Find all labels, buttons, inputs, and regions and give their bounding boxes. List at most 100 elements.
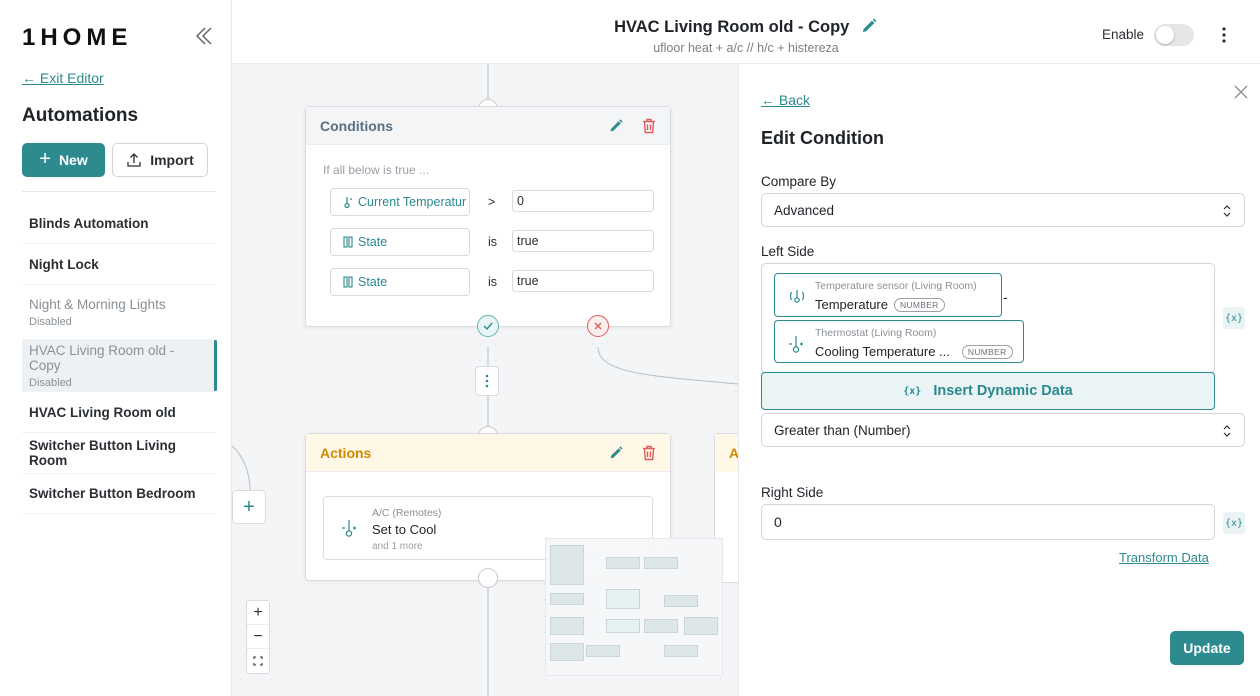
variable-icon: {x} [1224,312,1244,324]
sidebar-title: Automations [22,105,139,126]
edit-pencil-icon[interactable] [608,118,624,134]
vertical-dots-icon [485,374,489,388]
transform-data-link[interactable]: Transform Data [1119,550,1209,565]
automation-item-status: Disabled [29,376,72,389]
minimap-node [684,617,718,635]
type-badge: NUMBER [893,298,945,312]
dynamic-data-chip[interactable]: Temperature sensor (Living Room) Tempera… [774,273,1002,317]
panel-title: Edit Condition [761,128,884,148]
condition-row[interactable]: State is true [330,228,654,256]
right-side-input[interactable]: 0 [761,504,1215,540]
exit-editor-link[interactable]: ← Exit Editor [22,70,104,86]
back-link[interactable]: ← Back [761,92,810,108]
automation-item-hvac-living-room-old-copy[interactable]: HVAC Living Room old - Copy Disabled [22,340,217,392]
flow-canvas[interactable]: Conditions If all below is true ... Curr… [232,64,738,696]
compare-by-select[interactable]: Advanced [761,193,1245,227]
minimap-node [606,557,640,569]
compare-by-label: Compare By [761,174,837,189]
automation-item-night-morning-lights[interactable]: Night & Morning Lights Disabled [22,285,216,340]
edit-condition-panel: ← Back Edit Condition Compare By Advance… [738,64,1260,696]
app-logo: 1HOME [22,24,133,51]
thermometer-icon [344,197,352,209]
condition-left-label: Current Temperatur [358,195,467,209]
operator-select[interactable]: Greater than (Number) [761,413,1245,447]
condition-left-pill[interactable]: Current Temperatur [330,188,470,216]
node-menu-button[interactable] [475,366,499,396]
condition-row[interactable]: Current Temperatur > 0 [330,188,654,216]
fit-view-button[interactable] [247,649,269,673]
add-node-button[interactable]: + [232,490,266,524]
edit-pencil-icon[interactable] [608,445,624,461]
action-name: Set to Cool [372,522,437,537]
editor-header: HVAC Living Room old - Copy ufloor heat … [232,0,1260,64]
import-button-label: Import [150,152,194,168]
new-automation-button[interactable]: + New [22,143,105,177]
minimap-node [664,645,698,657]
update-button[interactable]: Update [1170,631,1244,665]
trash-icon[interactable] [642,118,656,134]
fit-view-icon [253,656,263,666]
zoom-in-button[interactable]: + [247,601,269,625]
right-side-label: Right Side [761,485,824,500]
conditions-node-header: Conditions [306,107,670,145]
actions-output-port[interactable] [478,568,498,588]
operator-value: Greater than (Number) [774,422,911,438]
condition-value[interactable]: 0 [512,190,654,212]
temperature-sensor-icon [789,290,805,303]
compare-by-value: Advanced [774,202,835,218]
automation-item-name: HVAC Living Room old [29,404,176,420]
right-variable-button[interactable]: {x} [1223,512,1245,534]
chip-device: Thermostat (Living Room) [815,327,937,339]
condition-left-pill[interactable]: State [330,228,470,256]
type-badge: NUMBER [961,345,1013,359]
left-variable-button[interactable]: {x} [1223,307,1245,329]
sidebar-divider [22,191,216,192]
import-button[interactable]: Import [112,143,208,177]
zoom-out-button[interactable]: − [247,625,269,649]
more-options-button[interactable] [1216,24,1232,46]
dynamic-data-chip[interactable]: Thermostat (Living Room) Cooling Tempera… [774,320,1024,363]
chip-device: Temperature sensor (Living Room) [815,280,977,292]
true-output-port[interactable] [477,315,499,337]
state-bars-icon [343,236,353,248]
automation-item-hvac-living-room-old[interactable]: HVAC Living Room old [22,392,216,433]
insert-dynamic-data-button[interactable]: {x} Insert Dynamic Data [761,372,1215,410]
condition-left-pill[interactable]: State [330,268,470,296]
actions-node-header: Actions [306,434,670,472]
condition-value[interactable]: true [512,270,654,292]
automation-item-name: Switcher Button Bedroom [29,486,196,501]
select-chevrons-icon [1223,205,1231,217]
automation-item-night-lock[interactable]: Night Lock [22,244,216,285]
action-more: and 1 more [372,541,423,552]
minimap-node [606,589,640,609]
thermostat-icon [342,520,356,537]
collapse-sidebar-button[interactable] [192,24,216,48]
automation-item-switcher-bedroom[interactable]: Switcher Button Bedroom [22,474,216,514]
partial-node-title: A [715,434,738,472]
upload-icon [127,153,141,167]
automation-item-switcher-living-room[interactable]: Switcher Button Living Room [22,433,216,474]
minimap-node [664,595,698,607]
minimap[interactable] [545,538,723,676]
close-icon[interactable] [1233,84,1249,100]
condition-row[interactable]: State is true [330,268,654,296]
automation-item-status: Disabled [29,315,72,328]
minimap-node [586,645,620,657]
actions-node-title: Actions [320,444,372,461]
enable-label: Enable [1102,27,1145,42]
automation-item-name: Blinds Automation [29,216,149,231]
condition-value[interactable]: true [512,230,654,252]
enable-toggle[interactable] [1154,24,1194,46]
trash-icon[interactable] [642,445,656,461]
x-icon [594,322,602,330]
minimap-node [644,619,678,633]
automation-item-blinds-automation[interactable]: Blinds Automation [22,204,216,244]
left-side-label: Left Side [761,244,815,259]
pencil-icon[interactable] [860,17,878,35]
conditions-node[interactable]: Conditions If all below is true ... Curr… [305,106,671,327]
sidebar: 1HOME ← Exit Editor Automations + New Im… [0,0,232,696]
automation-title-text: HVAC Living Room old - Copy [614,18,850,36]
false-output-port[interactable] [587,315,609,337]
right-side-value: 0 [774,514,782,530]
chip-property: Temperature NUMBER [815,297,945,312]
